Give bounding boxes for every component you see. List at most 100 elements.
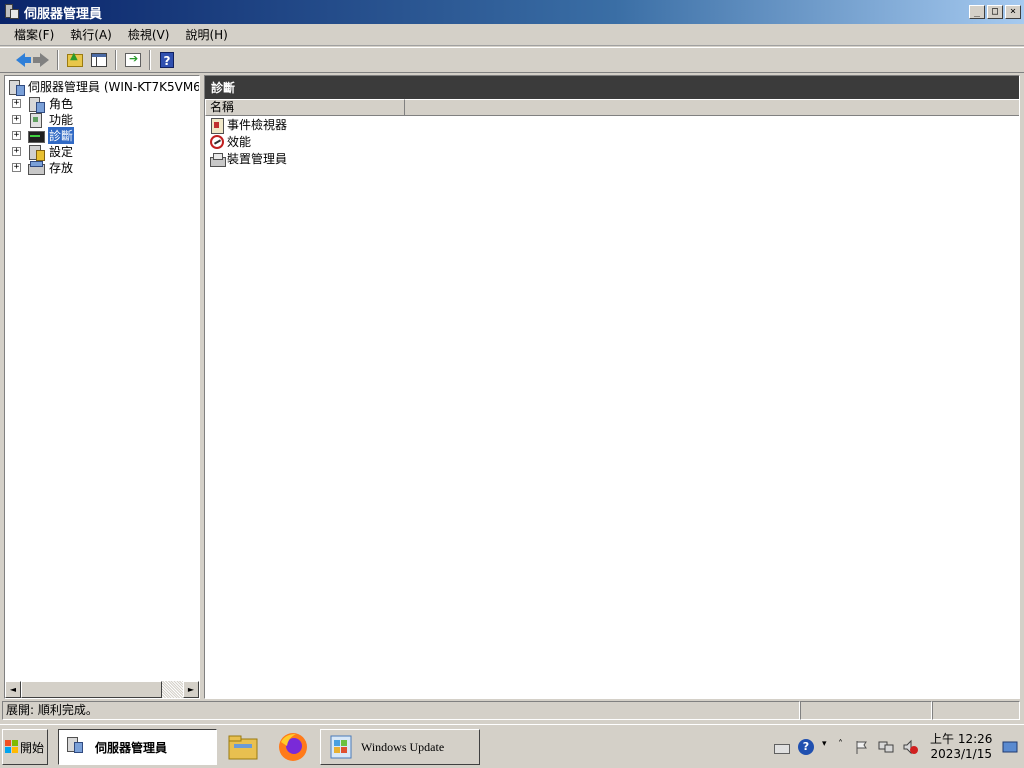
server-manager-icon xyxy=(4,4,20,20)
tree-root-label: 伺服器管理員 (WIN-KT7K5VM68 xyxy=(28,80,200,94)
tree-item-label: 診斷 xyxy=(48,127,75,144)
show-hidden-icons-chevron-icon[interactable]: ˄ xyxy=(838,739,846,755)
scroll-thumb[interactable] xyxy=(21,681,162,698)
toolbar-separator xyxy=(57,50,59,70)
language-bar-icon[interactable]: ▾ xyxy=(822,739,830,755)
expand-icon[interactable]: + xyxy=(12,163,21,172)
start-label: 開始 xyxy=(20,740,45,755)
column-header-row: 名稱 xyxy=(205,99,1019,116)
toolbar: ? xyxy=(0,47,1024,73)
tree-item-roles[interactable]: + 角色 xyxy=(12,95,74,113)
folder-icon xyxy=(228,735,258,760)
export-list-button[interactable] xyxy=(122,49,144,71)
roles-icon xyxy=(27,96,45,113)
firefox-launcher[interactable] xyxy=(276,730,310,764)
forward-arrow-icon xyxy=(32,53,49,67)
show-hide-tree-icon xyxy=(91,53,107,67)
windows-update-icon xyxy=(330,735,352,759)
tree-item-configuration[interactable]: + 設定 xyxy=(12,143,74,161)
expand-icon[interactable]: + xyxy=(12,99,21,108)
list-item-label: 事件檢視器 xyxy=(227,118,288,132)
help-icon[interactable]: ? xyxy=(798,739,814,755)
horizontal-scrollbar[interactable]: ◄ ► xyxy=(5,681,199,698)
tree-item-diagnostics[interactable]: + 診斷 xyxy=(12,127,75,144)
menu-help[interactable]: 說明(H) xyxy=(177,26,235,43)
clock[interactable]: 上午 12:26 2023/1/15 xyxy=(930,732,992,762)
scroll-left-button[interactable]: ◄ xyxy=(5,681,21,698)
list-item-device-manager[interactable]: 裝置管理員 xyxy=(205,150,1019,167)
window-title: 伺服器管理員 xyxy=(24,6,103,22)
list-item-label: 效能 xyxy=(227,135,252,149)
menu-action[interactable]: 執行(A) xyxy=(62,26,120,43)
status-bar: 展開: 順利完成。 xyxy=(2,701,1022,721)
up-one-level-button[interactable] xyxy=(64,49,86,71)
tree-item-label: 存放 xyxy=(49,161,74,175)
firefox-icon xyxy=(279,733,307,761)
taskbar: 開始 伺服器管理員 Windows Update ? ▾ ˄ 上午 12:26 … xyxy=(0,724,1024,768)
keyboard-icon[interactable] xyxy=(774,744,790,754)
configuration-icon xyxy=(27,144,45,161)
show-desktop-icon[interactable] xyxy=(1002,739,1018,755)
taskbar-windows-update[interactable]: Windows Update xyxy=(320,729,480,765)
clock-time: 上午 12:26 xyxy=(930,732,993,746)
server-manager-icon xyxy=(65,736,87,758)
toolbar-separator xyxy=(115,50,117,70)
list-item-event-viewer[interactable]: 事件檢視器 xyxy=(205,116,1019,134)
menu-file[interactable]: 檔案(F) xyxy=(6,26,62,43)
clock-date: 2023/1/15 xyxy=(930,747,992,761)
column-header-filler xyxy=(405,99,1019,115)
toolbar-separator xyxy=(149,50,151,70)
server-manager-icon xyxy=(7,79,25,96)
back-button[interactable] xyxy=(6,49,31,71)
up-folder-icon xyxy=(67,51,83,67)
features-icon xyxy=(27,112,45,128)
tree-item-label: 設定 xyxy=(49,145,74,159)
column-header-name[interactable]: 名稱 xyxy=(205,99,405,116)
title-bar[interactable]: 伺服器管理員 _ □ × xyxy=(0,0,1024,24)
network-icon[interactable] xyxy=(878,739,894,755)
scroll-track[interactable] xyxy=(162,681,183,698)
taskbar-server-manager[interactable]: 伺服器管理員 xyxy=(58,729,217,765)
status-text: 展開: 順利完成。 xyxy=(2,701,800,720)
minimize-button[interactable]: _ xyxy=(969,5,985,19)
system-tray: ? ▾ ˄ 上午 12:26 2023/1/15 xyxy=(770,729,1024,765)
expand-icon[interactable]: + xyxy=(12,131,21,140)
windows-logo-icon xyxy=(5,740,19,754)
expand-icon[interactable]: + xyxy=(12,115,21,124)
list-item-label: 裝置管理員 xyxy=(227,152,288,166)
tree-item-storage[interactable]: + 存放 xyxy=(12,159,74,176)
tree-item-label: 角色 xyxy=(49,97,74,111)
console-tree[interactable]: 伺服器管理員 (WIN-KT7K5VM68 + 角色 + 功能 + 診斷 + 設… xyxy=(4,75,200,699)
performance-icon xyxy=(210,134,224,149)
help-button[interactable]: ? xyxy=(156,49,178,71)
export-list-icon xyxy=(125,52,141,67)
forward-button[interactable] xyxy=(30,49,52,71)
menu-bar: 檔案(F) 執行(A) 檢視(V) 說明(H) xyxy=(0,24,1024,46)
maximize-button[interactable]: □ xyxy=(987,5,1003,19)
taskbar-item-label: 伺服器管理員 xyxy=(95,740,168,755)
close-button[interactable]: × xyxy=(1005,5,1021,19)
diagnostics-icon xyxy=(27,128,45,144)
taskbar-item-label: Windows Update xyxy=(361,739,445,754)
file-explorer-launcher[interactable] xyxy=(226,730,260,764)
back-arrow-icon xyxy=(15,53,31,67)
device-manager-icon xyxy=(209,151,226,167)
start-button[interactable]: 開始 xyxy=(2,729,48,765)
action-center-flag-icon[interactable] xyxy=(854,739,870,755)
help-icon: ? xyxy=(160,52,174,68)
scroll-right-button[interactable]: ► xyxy=(183,681,199,698)
tree-item-features[interactable]: + 功能 xyxy=(12,111,74,128)
event-viewer-icon xyxy=(209,117,225,134)
status-panel-2 xyxy=(800,701,932,720)
tree-item-label: 功能 xyxy=(49,113,74,127)
menu-view[interactable]: 檢視(V) xyxy=(120,26,178,43)
results-header: 診斷 xyxy=(205,76,1019,99)
storage-icon xyxy=(27,160,45,176)
show-hide-tree-button[interactable] xyxy=(88,49,110,71)
results-pane[interactable]: 診斷 名稱 事件檢視器 效能 裝置管理員 xyxy=(204,75,1020,699)
tree-root[interactable]: 伺服器管理員 (WIN-KT7K5VM68 xyxy=(7,78,200,96)
list-item-performance[interactable]: 效能 xyxy=(205,133,1019,150)
expand-icon[interactable]: + xyxy=(12,147,21,156)
status-panel-3 xyxy=(932,701,1020,720)
volume-muted-icon[interactable] xyxy=(902,739,918,755)
